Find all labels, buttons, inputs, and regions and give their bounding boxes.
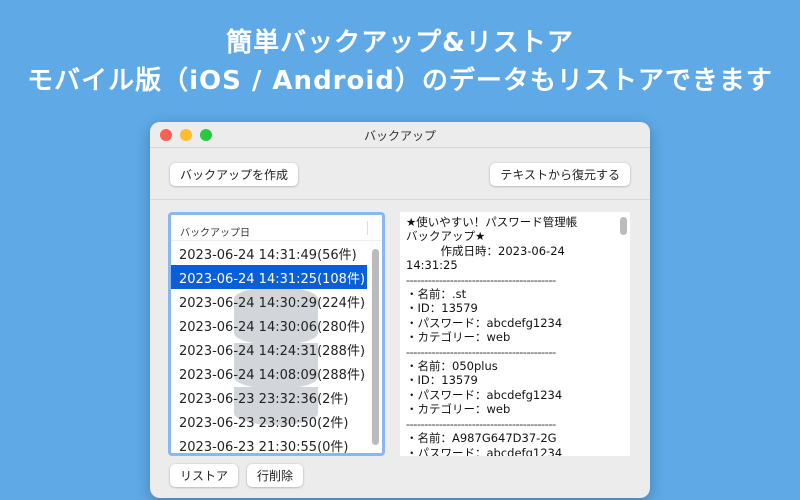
backup-list[interactable]: バックアップ日 2023-06-24 14:31:49(56件) 2023-06-… [168, 212, 385, 456]
backup-preview-text[interactable]: ★使いやすい！パスワード管理帳 バックアップ★ 作成日時：2023-06-24 14… [400, 212, 630, 456]
list-item[interactable]: 2023-06-23 21:30:55(0件) [171, 433, 367, 453]
backup-window: バックアップ バックアップを作成 テキストから復元する バックアップ日 2023… [150, 122, 650, 498]
preview-line: 作成日時：2023-06-24 [406, 243, 565, 258]
preview-line: バックアップ★ [406, 229, 486, 244]
list-item[interactable]: 2023-06-23 23:32:36(2件) [171, 385, 367, 409]
headline-2: モバイル版（iOS / Android）のデータもリストアできます [27, 66, 773, 96]
toolbar: バックアップを作成 テキストから復元する [150, 148, 650, 200]
list-item[interactable]: 2023-06-24 14:08:09(288件) [171, 361, 367, 385]
preview-line: ★使いやすい！パスワード管理帳 [406, 215, 578, 229]
preview-line: ・カテゴリー：web [406, 330, 511, 345]
preview-line: 14:31:25 [406, 258, 458, 273]
restore-from-text-button[interactable]: テキストから復元する [490, 163, 630, 186]
headline-1: 簡単バックアップ&リストア [226, 28, 574, 58]
preview-line: ・名前：A987G647D37-2G [406, 431, 557, 446]
list-item[interactable]: 2023-06-24 14:30:29(224件) [171, 289, 367, 313]
preview-line: ・パスワード：abcdefg1234 [406, 445, 563, 457]
title-bar: バックアップ [150, 122, 650, 148]
list-item[interactable]: 2023-06-24 14:31:49(56件) [171, 241, 367, 265]
preview-line: ・カテゴリー：web [406, 402, 511, 417]
preview-line: ----------------------------------------… [406, 344, 556, 359]
preview-line: ・パスワード：abcdefg1234 [406, 387, 563, 402]
delete-row-button[interactable]: 行削除 [247, 464, 304, 487]
list-item[interactable]: 2023-06-24 14:30:06(280件) [171, 313, 367, 337]
column-header-backup-date[interactable]: バックアップ日 [171, 215, 382, 241]
preview-line: ・ID：13579 [406, 373, 478, 388]
list-item[interactable]: 2023-06-23 23:30:50(2件) [171, 409, 367, 433]
window-title: バックアップ [363, 129, 436, 143]
preview-line: ・パスワード：abcdefg1234 [406, 315, 563, 330]
preview-line: ・名前：050plus [406, 359, 498, 374]
preview-line: ・名前：.st [406, 287, 467, 302]
preview-line: ----------------------------------------… [406, 272, 556, 287]
preview-scrollbar[interactable] [620, 217, 627, 235]
restore-button[interactable]: リストア [170, 464, 239, 487]
list-scrollbar[interactable] [372, 249, 379, 445]
preview-line: ----------------------------------------… [406, 416, 556, 431]
list-item[interactable]: 2023-06-24 14:31:25(108件) [171, 265, 367, 289]
preview-line: ・ID：13579 [406, 301, 478, 316]
create-backup-button[interactable]: バックアップを作成 [170, 163, 299, 186]
list-item[interactable]: 2023-06-24 14:24:31(288件) [171, 337, 367, 361]
